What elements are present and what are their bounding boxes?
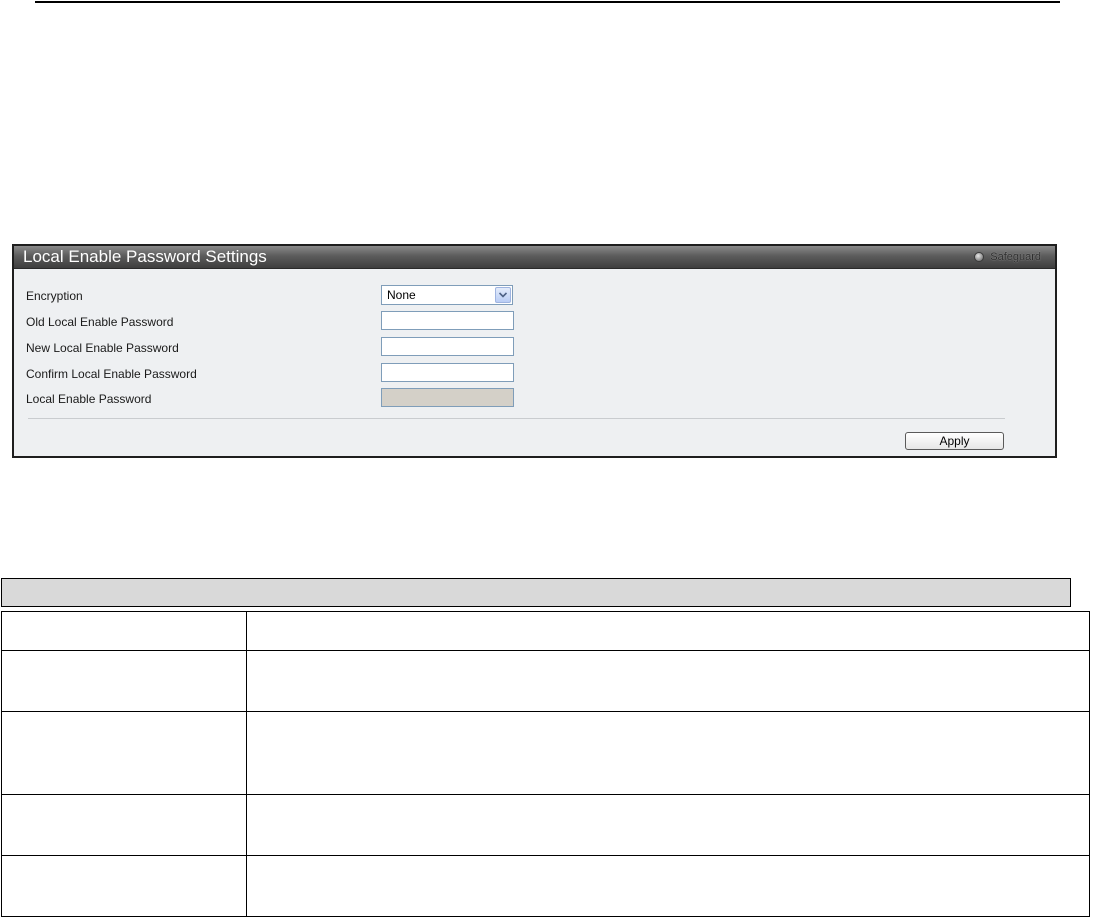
table-title-bar (1, 578, 1071, 607)
table-row (1, 650, 1090, 713)
param-cell (1, 711, 247, 795)
new-password-field[interactable] (381, 337, 514, 356)
local-enable-password-label: Local Enable Password (26, 392, 152, 406)
param-cell (1, 793, 247, 856)
description-cell (246, 610, 1090, 652)
top-divider-line (35, 1, 1060, 3)
table-row (1, 711, 1090, 795)
description-cell (246, 650, 1090, 713)
old-password-label: Old Local Enable Password (26, 315, 174, 329)
table-row (1, 793, 1090, 856)
panel-header: Local Enable Password Settings Safeguard (14, 246, 1055, 269)
confirm-password-field[interactable] (381, 363, 514, 382)
param-cell (1, 854, 247, 918)
param-cell (1, 610, 247, 652)
local-enable-password-field (381, 388, 514, 407)
new-password-label: New Local Enable Password (26, 341, 179, 355)
table-row (1, 854, 1090, 918)
confirm-password-label: Confirm Local Enable Password (26, 367, 197, 381)
description-cell (246, 854, 1090, 918)
panel-title: Local Enable Password Settings (23, 247, 267, 266)
encryption-label: Encryption (26, 289, 83, 303)
encryption-select[interactable]: None (381, 285, 513, 305)
parameter-table (1, 610, 1090, 918)
safeguard-indicator-icon (974, 252, 985, 262)
old-password-field[interactable] (381, 311, 514, 330)
description-cell (246, 793, 1090, 856)
description-cell (246, 711, 1090, 795)
param-cell (1, 650, 247, 713)
encryption-select-value: None (387, 288, 416, 302)
apply-button[interactable]: Apply (905, 432, 1004, 450)
local-enable-password-panel: Local Enable Password Settings Safeguard… (12, 244, 1057, 458)
safeguard-label: Safeguard (990, 251, 1041, 263)
chevron-down-icon[interactable] (495, 287, 511, 303)
safeguard-indicator[interactable]: Safeguard (974, 250, 1041, 264)
table-row (1, 610, 1090, 652)
panel-divider (28, 418, 1005, 419)
